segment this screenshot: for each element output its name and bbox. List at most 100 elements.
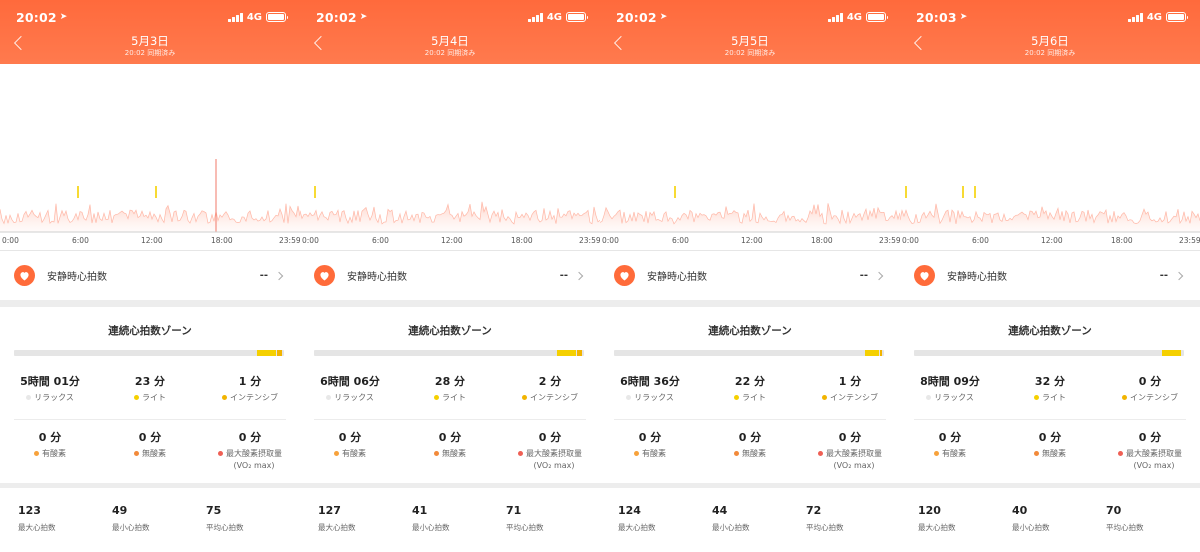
resting-heart-rate-value: -- bbox=[1159, 270, 1168, 281]
status-bar: 20:02 ➤ 4G bbox=[16, 9, 288, 25]
zone-bar-intensive bbox=[879, 350, 883, 356]
heart-rate-zone-card: 連続心拍数ゾーン 6時間 06分 リラックス 28 分ライト 2 分インテンシブ 0 … bbox=[300, 307, 600, 483]
stat-item: 123 最大心拍数 bbox=[18, 488, 112, 552]
zone-value: 0 分 bbox=[438, 431, 462, 444]
zone-label-wrap: インテンシブ bbox=[1100, 392, 1200, 404]
stat-label: 平均心拍数 bbox=[206, 523, 244, 532]
resting-heart-rate-row[interactable]: 安静時心拍数 -- bbox=[300, 250, 600, 300]
zone-dot-icon bbox=[26, 395, 32, 400]
battery-icon bbox=[266, 12, 288, 22]
zone-dot-icon bbox=[434, 395, 439, 400]
zone-value: 0 分 bbox=[738, 431, 762, 444]
heart-rate-chart[interactable]: 0:00 6:00 12:00 18:00 23:59 bbox=[0, 64, 300, 250]
tick-label: 6:00 bbox=[972, 236, 989, 245]
zone-value: 6時間 06分 bbox=[320, 375, 380, 388]
zone-value: 5時間 01分 bbox=[20, 375, 80, 388]
location-arrow-icon: ➤ bbox=[959, 12, 968, 22]
zone-label-wrap: ライト bbox=[1000, 392, 1100, 404]
signal-bars-icon bbox=[828, 12, 843, 22]
page-title: 5月3日 bbox=[131, 34, 169, 48]
zone-label: 無酸素 bbox=[142, 448, 166, 460]
zone-label-wrap: リラックス bbox=[300, 392, 400, 404]
zone-cell: 1 分インテンシブ bbox=[200, 375, 300, 404]
divider bbox=[614, 419, 886, 420]
zone-value: 23 分 bbox=[134, 375, 166, 388]
zone-label-wrap: ライト bbox=[400, 392, 500, 404]
signal-bars-icon bbox=[1128, 12, 1143, 22]
zone-label: リラックス bbox=[634, 392, 674, 404]
stat-value: 75 bbox=[206, 504, 222, 517]
stat-label: 最大心拍数 bbox=[918, 523, 956, 532]
heart-rate-plot bbox=[600, 186, 900, 233]
tick-label: 6:00 bbox=[72, 236, 89, 245]
zone-label-text: 無酸素 bbox=[1042, 449, 1066, 458]
nav-bar: 5月4日 20:02 同期済み bbox=[300, 34, 600, 62]
zone-value: 1 分 bbox=[838, 375, 862, 388]
stat-value: 123 bbox=[18, 504, 41, 517]
status-bar: 20:02 ➤ 4G bbox=[316, 9, 588, 25]
heart-rate-chart[interactable]: 0:00 6:00 12:00 18:00 23:59 bbox=[900, 64, 1200, 250]
zone-label: インテンシブ bbox=[1130, 392, 1178, 404]
zone-label: 最大酸素摂取量 (VO₂ max) bbox=[526, 448, 582, 472]
zone-label-wrap: インテンシブ bbox=[200, 392, 300, 404]
zone-label-text: インテンシブ bbox=[230, 393, 278, 402]
heart-rate-screen: 20:03 ➤ 4G 5月6日 20:02 同期済み 0:00 6:00 12:… bbox=[900, 0, 1200, 552]
zone-bar-light bbox=[557, 350, 576, 356]
stat-item: 124 最大心拍数 bbox=[618, 488, 712, 552]
stat-value: 120 bbox=[918, 504, 941, 517]
zone-cell: 23 分ライト bbox=[100, 375, 200, 404]
zone-label-text: 最大酸素摂取量 bbox=[1126, 449, 1182, 458]
resting-heart-rate-value: -- bbox=[859, 270, 868, 281]
heart-icon bbox=[614, 265, 635, 286]
stat-item: 49 最小心拍数 bbox=[112, 488, 206, 552]
resting-heart-rate-row[interactable]: 安静時心拍数 -- bbox=[600, 250, 900, 300]
stat-value: 44 bbox=[712, 504, 728, 517]
location-arrow-icon: ➤ bbox=[59, 12, 68, 22]
zone-label-text: ライト bbox=[142, 393, 166, 402]
heart-rate-chart[interactable]: 0:00 6:00 12:00 18:00 23:59 bbox=[600, 64, 900, 250]
zone-cell: 22 分ライト bbox=[700, 375, 800, 404]
zone-dot-icon bbox=[822, 395, 827, 400]
zone-distribution-bar bbox=[314, 350, 584, 356]
stat-item: 41 最小心拍数 bbox=[412, 488, 506, 552]
zone-bar-light bbox=[1162, 350, 1182, 356]
zone-label-wrap: 無酸素 bbox=[400, 448, 500, 460]
battery-icon bbox=[566, 12, 588, 22]
zone-label-text: 有酸素 bbox=[942, 449, 966, 458]
zone-label: 最大酸素摂取量 (VO₂ max) bbox=[226, 448, 282, 472]
stat-label: 最大心拍数 bbox=[18, 523, 56, 532]
resting-heart-rate-row[interactable]: 安静時心拍数 -- bbox=[0, 250, 300, 300]
zone-label-wrap: ライト bbox=[100, 392, 200, 404]
heart-rate-stats-card: 127 最大心拍数 41 最小心拍数 71 平均心拍数 bbox=[300, 488, 600, 552]
heart-rate-zone-card: 連続心拍数ゾーン 5時間 01分 リラックス 23 分ライト 1 分インテンシブ 0 … bbox=[0, 307, 300, 483]
heart-rate-screen: 20:02 ➤ 4G 5月5日 20:02 同期済み 0:00 6:00 12:… bbox=[600, 0, 900, 552]
tick-label: 6:00 bbox=[372, 236, 389, 245]
zone-label-wrap: 有酸素 bbox=[300, 448, 400, 460]
resting-heart-rate-row[interactable]: 安静時心拍数 -- bbox=[900, 250, 1200, 300]
stat-label: 最大心拍数 bbox=[618, 523, 656, 532]
sync-status: 20:02 同期済み bbox=[724, 49, 776, 57]
tick-label: 12:00 bbox=[1041, 236, 1063, 245]
zone-dot-icon bbox=[734, 395, 739, 400]
sync-status: 20:02 同期済み bbox=[424, 49, 476, 57]
zone-dot-icon bbox=[634, 451, 639, 456]
zone-label: リラックス bbox=[34, 392, 74, 404]
network-type: 4G bbox=[1146, 11, 1162, 23]
tick-label: 18:00 bbox=[511, 236, 533, 245]
status-time: 20:03 bbox=[916, 9, 957, 25]
nav-bar: 5月5日 20:02 同期済み bbox=[600, 34, 900, 62]
zone-cell: 0 分最大酸素摂取量 (VO₂ max) bbox=[1100, 431, 1200, 472]
heart-rate-chart[interactable]: 0:00 6:00 12:00 18:00 23:59 bbox=[300, 64, 600, 250]
zone-cell: 28 分ライト bbox=[400, 375, 500, 404]
zone-row-2: 0 分有酸素 0 分無酸素 0 分最大酸素摂取量 (VO₂ max) bbox=[300, 431, 600, 472]
zone-value: 0 分 bbox=[1038, 431, 1062, 444]
nav-bar: 5月3日 20:02 同期済み bbox=[0, 34, 300, 62]
zone-label-wrap: 有酸素 bbox=[600, 448, 700, 460]
zone-cell: 0 分最大酸素摂取量 (VO₂ max) bbox=[800, 431, 900, 472]
stat-item: 72 平均心拍数 bbox=[806, 488, 900, 552]
stat-item: 44 最小心拍数 bbox=[712, 488, 806, 552]
zone-label-text: 有酸素 bbox=[342, 449, 366, 458]
zone-cell: 0 分有酸素 bbox=[600, 431, 700, 472]
zone-value: 2 分 bbox=[538, 375, 562, 388]
zone-label: リラックス bbox=[334, 392, 374, 404]
